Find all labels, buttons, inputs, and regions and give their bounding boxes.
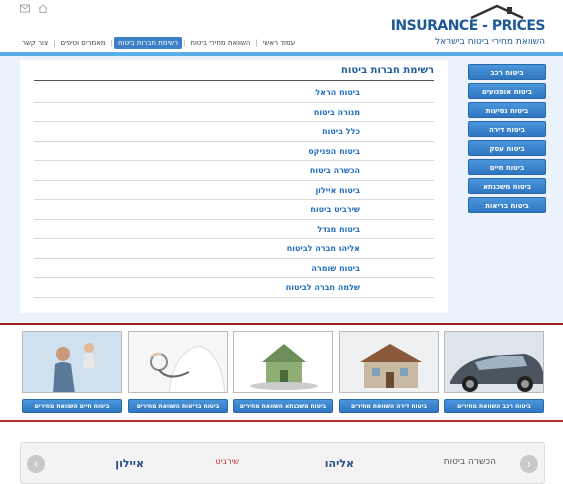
partner-logo-ayalon[interactable]: איילון	[115, 457, 144, 470]
chevron-left-icon[interactable]: ‹	[27, 455, 45, 473]
nav-separator: |	[255, 39, 258, 47]
company-link[interactable]: הכשרה ביטוח	[34, 161, 434, 181]
car-image	[445, 332, 543, 392]
card-button-car[interactable]: ביטוח רכב השוואת מחירים	[444, 399, 544, 413]
category-cards: ביטוח רכב השוואת מחירים ביטוח דירה השווא…	[0, 325, 563, 420]
company-link[interactable]: ביטוח הראל	[34, 83, 434, 103]
partner-logo-shirbit[interactable]: שירביט	[215, 457, 239, 466]
card-button-home[interactable]: ביטוח דירה השוואת מחירים	[339, 399, 439, 413]
footer-divider	[0, 420, 563, 422]
sidebar-item-motorcycle[interactable]: ביטוח אופנועים	[468, 83, 546, 99]
logo-subtitle: השוואת מחירי ביטוח בישראל	[435, 37, 545, 47]
money-house-image	[234, 332, 332, 392]
nav-articles[interactable]: מאמרים וטיפים	[56, 37, 109, 49]
company-link[interactable]: שירביט ביטוח	[34, 200, 434, 220]
chevron-right-icon[interactable]: ›	[520, 455, 538, 473]
company-link[interactable]: מנורה ביטוח	[34, 103, 434, 122]
home-icon[interactable]	[38, 4, 48, 13]
doctor-image	[129, 332, 227, 392]
nav-compare-prices[interactable]: השוואת מחירי ביטוח	[186, 37, 254, 49]
partners-carousel: ‹ › הכשרה ביטוח אליהו שירביט איילון	[20, 442, 545, 484]
page-title: רשימת חברות ביטוח	[341, 65, 434, 76]
sidebar-item-travel[interactable]: ביטוח נסיעות	[468, 102, 546, 118]
company-link[interactable]: ביטוח הפניקס	[34, 142, 434, 161]
main-nav: עמוד ראשי | השוואת מחירי ביטוח | רשימת ח…	[18, 37, 299, 49]
mail-icon[interactable]	[20, 4, 30, 13]
nav-insurance-companies[interactable]: רשימת חברות ביטוח	[114, 37, 183, 49]
card-image-home[interactable]	[339, 331, 439, 393]
partner-logo-hachshara[interactable]: הכשרה ביטוח	[444, 457, 496, 467]
card-image-life[interactable]	[22, 331, 122, 393]
sidebar-menu: ביטוח רכב ביטוח אופנועים ביטוח נסיעות בי…	[468, 64, 546, 216]
card-button-health[interactable]: ביטוח בריאות השוואת מחירים	[128, 399, 228, 413]
sidebar-item-business[interactable]: ביטוח עסק	[468, 140, 546, 156]
house-image	[340, 332, 438, 392]
sidebar-item-health[interactable]: ביטוח בריאות	[468, 197, 546, 213]
companies-panel: רשימת חברות ביטוח ביטוח הראל מנורה ביטוח…	[20, 60, 448, 313]
family-image	[23, 332, 121, 392]
title-divider	[34, 80, 434, 81]
logo-title: INSURANCE - PRICES	[390, 18, 546, 34]
sidebar-item-home[interactable]: ביטוח דירה	[468, 121, 546, 137]
card-button-life[interactable]: ביטוח חיים השוואת מחירים	[22, 399, 122, 413]
company-link[interactable]: שלמה חברה לביטוח	[34, 278, 434, 298]
sidebar-item-mortgage[interactable]: ביטוח משכנתא	[468, 178, 546, 194]
company-link[interactable]: ביטוח מגדל	[34, 220, 434, 239]
card-button-mortgage[interactable]: ביטוח משכנתא השוואת מחירים	[233, 399, 333, 413]
card-image-car[interactable]	[444, 331, 544, 393]
sidebar-item-life[interactable]: ביטוח חיים	[468, 159, 546, 175]
nav-separator: |	[183, 39, 186, 47]
company-link[interactable]: ביטוח שומרה	[34, 259, 434, 278]
header-icons	[20, 4, 48, 13]
card-image-mortgage[interactable]	[233, 331, 333, 393]
nav-home[interactable]: עמוד ראשי	[259, 37, 299, 49]
site-logo[interactable]: INSURANCE - PRICES השוואת מחירי ביטוח בי…	[391, 4, 546, 48]
card-image-health[interactable]	[128, 331, 228, 393]
partner-logo-eliyahu[interactable]: אליהו	[325, 457, 354, 470]
nav-contact[interactable]: צור קשר	[18, 37, 52, 49]
sidebar-item-car[interactable]: ביטוח רכב	[468, 64, 546, 80]
company-link[interactable]: אליהו חברה לביטוח	[34, 239, 434, 259]
header: INSURANCE - PRICES השוואת מחירי ביטוח בי…	[0, 0, 563, 52]
company-link[interactable]: כלל ביטוח	[34, 122, 434, 142]
nav-separator: |	[110, 39, 114, 47]
company-link[interactable]: ביטוח איילון	[34, 181, 434, 200]
nav-separator: |	[53, 39, 56, 47]
